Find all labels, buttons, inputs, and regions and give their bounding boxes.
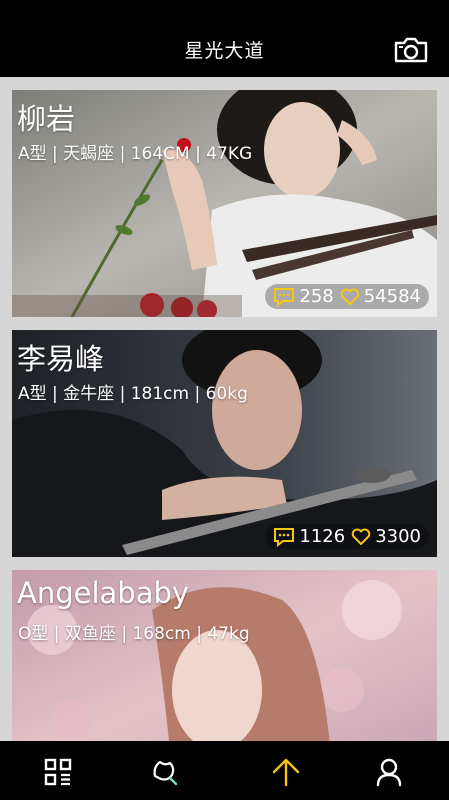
arrow-up-icon[interactable] — [271, 757, 301, 787]
comment-stat[interactable]: 258 — [273, 286, 334, 307]
like-stat[interactable]: 54584 — [340, 286, 421, 307]
star-card[interactable]: 李易峰 A型 | 金牛座 | 181cm | 60kg 1126 3300 — [12, 330, 437, 557]
star-name: 柳岩 — [17, 102, 76, 136]
comment-count: 1126 — [299, 526, 346, 547]
comment-icon — [274, 527, 295, 547]
card-stats: 1126 3300 — [265, 524, 429, 549]
user-icon[interactable] — [374, 757, 404, 787]
star-feed[interactable]: 柳岩 A型 | 天蝎座 | 164CM | 47KG 258 54584 李易峰… — [0, 77, 449, 741]
star-name: 李易峰 — [17, 342, 105, 376]
page-title: 星光大道 — [184, 40, 265, 62]
comment-stat[interactable]: 1126 — [273, 526, 345, 547]
heart-icon — [340, 288, 359, 305]
star-card[interactable]: 柳岩 A型 | 天蝎座 | 164CM | 47KG 258 54584 — [12, 90, 437, 317]
comment-count: 258 — [299, 286, 334, 307]
card-stats: 258 54584 — [265, 284, 429, 309]
camera-icon[interactable] — [393, 36, 429, 64]
star-info: A型 | 天蝎座 | 164CM | 47KG — [18, 144, 253, 164]
bottom-tab-bar — [0, 741, 449, 800]
like-stat[interactable]: 3300 — [351, 526, 421, 547]
star-info: O型 | 双鱼座 | 168cm | 47kg — [18, 624, 250, 644]
card-photo — [12, 90, 437, 317]
star-name: Angelababy — [17, 576, 190, 610]
comment-icon — [274, 287, 295, 307]
like-count: 3300 — [375, 526, 421, 547]
like-count: 54584 — [363, 286, 421, 307]
heart-icon — [351, 528, 371, 545]
header: 星光大道 — [0, 0, 449, 77]
grid-icon[interactable] — [43, 757, 73, 787]
leaf-search-icon[interactable] — [150, 757, 180, 787]
star-info: A型 | 金牛座 | 181cm | 60kg — [18, 384, 248, 404]
star-card[interactable]: Angelababy O型 | 双鱼座 | 168cm | 47kg — [12, 570, 437, 741]
